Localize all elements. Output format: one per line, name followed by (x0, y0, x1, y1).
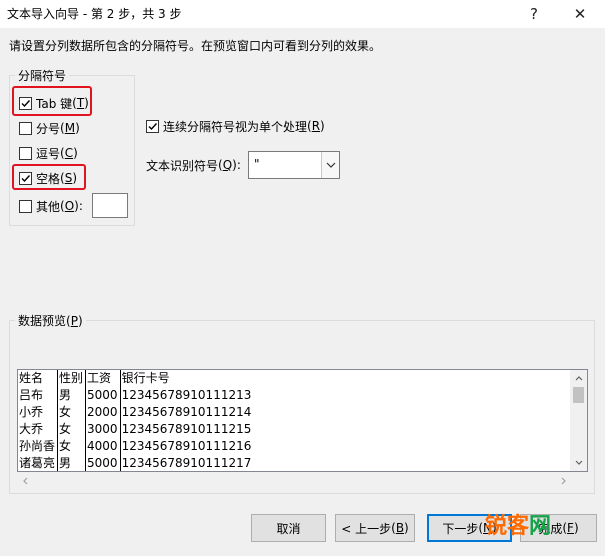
table-cell: 5000 (85, 455, 121, 471)
other-colon: : (78, 199, 83, 213)
table-row: 姓名 性别 工资 银行卡号 (18, 370, 253, 387)
semicolon-check-box[interactable] (19, 121, 32, 135)
site-watermark-logo: 锐客网 (485, 514, 552, 539)
table-row: 诸葛亮男 5000 12345678910111217 (18, 455, 253, 471)
close-icon: ✕ (573, 5, 587, 23)
preview-pane[interactable]: 姓名 性别 工资 银行卡号 吕布男 5000 12345678910111213 小乔女 200… (17, 369, 588, 472)
checkmark-icon (21, 174, 31, 182)
table-cell: 12345678910111215 (121, 422, 252, 436)
back-button[interactable]: < 上一步(B) (335, 514, 415, 542)
qualifier-label-row: 文本识别符号(Q): (146, 158, 241, 173)
table-cell: 女 (57, 404, 87, 421)
table-cell: 12345678910111214 (121, 405, 252, 419)
scroll-thumb[interactable] (573, 387, 584, 403)
table-row: 孙尚香女 4000 12345678910111216 (18, 438, 253, 455)
delimiters-group-title: 分隔符号 (15, 67, 70, 84)
consecutive-label: 连续分隔符号视为单个处理 (163, 119, 308, 134)
qualifier-hotkey: Q (222, 158, 233, 172)
scroll-up-icon[interactable] (570, 370, 587, 387)
table-cell: 银行卡号 (121, 371, 170, 385)
checkmark-icon (21, 99, 31, 107)
semicolon-hotkey: M (64, 121, 76, 135)
table-row: 大乔女 3000 12345678910111215 (18, 421, 253, 438)
consecutive-hotkey: R (311, 119, 321, 133)
tab-label: Tab 键 (36, 96, 73, 111)
checkmark-icon (148, 122, 158, 130)
table-cell: 姓名 (18, 370, 59, 387)
instruction-text: 请设置分列数据所包含的分隔符号。在预览窗口内可看到分列的效果。 (9, 39, 382, 53)
tab-checkbox[interactable]: Tab 键(T) (19, 94, 89, 112)
consecutive-checkbox[interactable]: 连续分隔符号视为单个处理(R) (146, 117, 325, 135)
semicolon-checkbox[interactable]: 分号(M) (19, 119, 80, 137)
comma-label: 逗号 (36, 146, 61, 161)
other-delimiter-input[interactable] (92, 193, 128, 218)
table-cell: 12345678910111217 (121, 456, 252, 470)
semicolon-label: 分号 (36, 121, 61, 136)
qualifier-label: 文本识别符号 (146, 158, 219, 173)
space-label: 空格 (36, 171, 61, 186)
table-cell: 孙尚香 (18, 438, 59, 455)
comma-check-box[interactable] (19, 146, 32, 160)
table-cell: 女 (57, 438, 87, 455)
comma-checkbox[interactable]: 逗号(C) (19, 144, 78, 162)
table-cell: 女 (57, 421, 87, 438)
table-cell: 小乔 (18, 404, 59, 421)
comma-hotkey: C (64, 146, 74, 160)
chevron-down-icon[interactable] (321, 152, 339, 178)
table-row: 吕布男 5000 12345678910111213 (18, 387, 253, 404)
table-cell: 12345678910111213 (121, 388, 252, 402)
cancel-button[interactable]: 取消 (251, 514, 326, 542)
table-cell: 工资 (85, 370, 121, 387)
table-row: 小乔女 2000 12345678910111214 (18, 404, 253, 421)
table-cell: 2000 (85, 404, 121, 421)
table-cell: 男 (57, 455, 87, 471)
title-bar: 文本导入向导 - 第 2 步，共 3 步 ? ✕ (0, 0, 605, 28)
other-label: 其他 (36, 199, 61, 214)
preview-title: 数据预览(P) (15, 312, 86, 329)
table-cell: 诸葛亮 (18, 455, 59, 471)
table-cell: 吕布 (18, 387, 59, 404)
scroll-right-icon[interactable] (555, 472, 572, 489)
help-button[interactable]: ? (514, 0, 554, 28)
space-hotkey: S (64, 171, 73, 185)
qualifier-select[interactable]: " (248, 151, 340, 179)
table-cell: 大乔 (18, 421, 59, 438)
scroll-down-icon[interactable] (570, 454, 587, 471)
table-cell: 男 (57, 387, 87, 404)
horizontal-scrollbar[interactable] (17, 472, 572, 489)
qualifier-colon: : (236, 158, 241, 172)
table-cell: 性别 (57, 370, 87, 387)
scroll-left-icon[interactable] (17, 472, 34, 489)
tab-hotkey: T (76, 96, 85, 110)
window-title: 文本导入向导 - 第 2 步，共 3 步 (7, 7, 182, 21)
other-checkbox[interactable]: 其他(O): (19, 197, 83, 215)
vertical-scrollbar[interactable] (570, 370, 587, 471)
space-check-box[interactable] (19, 171, 32, 185)
help-icon: ? (530, 5, 538, 23)
other-check-box[interactable] (19, 199, 32, 213)
table-cell: 3000 (85, 421, 121, 438)
other-hotkey: O (64, 199, 75, 213)
table-cell: 12345678910111216 (121, 439, 252, 453)
preview-table: 姓名 性别 工资 银行卡号 吕布男 5000 12345678910111213 小乔女 200… (18, 370, 253, 471)
consecutive-check-box[interactable] (146, 119, 159, 133)
close-button[interactable]: ✕ (560, 0, 600, 28)
tab-check-box[interactable] (19, 96, 32, 110)
table-cell: 4000 (85, 438, 121, 455)
qualifier-value: " (254, 157, 260, 171)
space-checkbox[interactable]: 空格(S) (19, 169, 77, 187)
table-cell: 5000 (85, 387, 121, 404)
